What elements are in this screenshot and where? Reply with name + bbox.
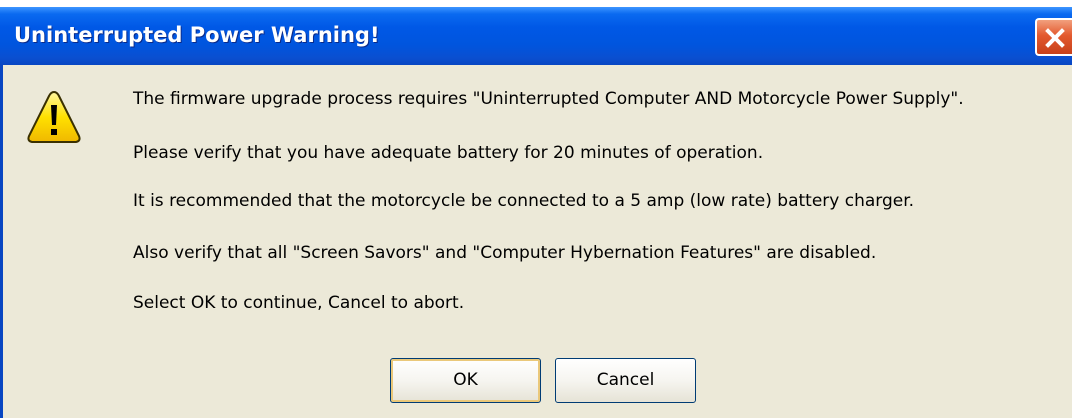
close-button[interactable]	[1035, 18, 1072, 56]
ok-button[interactable]: OK	[390, 358, 541, 403]
message-line-2: Please verify that you have adequate bat…	[133, 143, 764, 163]
message-line-5: Select OK to continue, Cancel to abort.	[133, 293, 465, 313]
cancel-button[interactable]: Cancel	[555, 358, 696, 403]
message-line-1: The firmware upgrade process requires "U…	[133, 89, 964, 109]
window-frame-left	[0, 65, 3, 418]
close-icon	[1045, 28, 1065, 48]
warning-icon	[27, 90, 81, 143]
warning-dialog: Uninterrupted Power Warning! The firmwar…	[0, 7, 1072, 418]
message-line-4: Also verify that all "Screen Savors" and…	[133, 243, 877, 263]
message-line-3: It is recommended that the motorcycle be…	[133, 191, 915, 211]
dialog-title: Uninterrupted Power Warning!	[14, 23, 380, 47]
title-bar[interactable]: Uninterrupted Power Warning!	[0, 7, 1072, 65]
